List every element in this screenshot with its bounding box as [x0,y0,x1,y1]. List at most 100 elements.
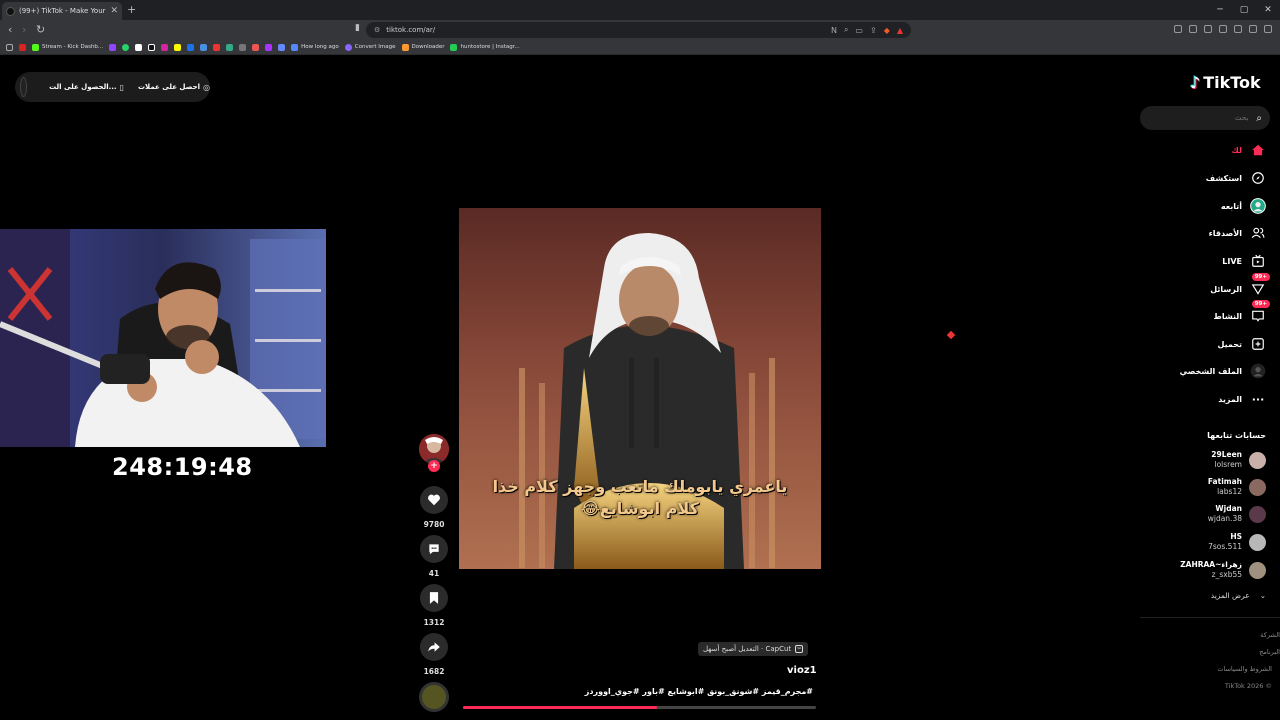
wallet-icon[interactable] [1234,25,1242,33]
browser-tab[interactable]: (99+) TikTok - Make Your Day ✕ [2,2,122,20]
save-count: 1312 [423,618,445,627]
sidebar-item-activity[interactable]: النشاط 99+ [1214,300,1270,325]
footer-link-company[interactable]: الشركة [1260,631,1280,639]
activity-icon: 99+ [1250,300,1270,324]
caption-line: كلام ابوشايع😂 [581,499,699,518]
caption-line: ياعمري يابوملك ماتعب وجهز كلام خذا [492,477,788,496]
new-tab-icon[interactable]: + [127,3,136,16]
bookmark-icon[interactable] [213,43,221,51]
whatsapp-icon[interactable] [122,43,130,51]
bookmark-page-icon[interactable]: ▮ [355,23,360,33]
video-author[interactable]: vioz1 [787,665,817,676]
sidebar-item-home[interactable]: لك [1232,141,1266,159]
followed-account[interactable]: HS 7sos.511 [1208,531,1266,553]
twitch-icon[interactable] [109,43,117,51]
bookmark-icon[interactable] [226,43,234,51]
bookmark-downloader[interactable]: Downloader [401,43,444,51]
site-info-icon[interactable]: ⚙ [374,26,380,34]
maximize-icon[interactable]: ▢ [1232,0,1256,20]
followed-account[interactable]: Wjdan wjdan.38 [1208,503,1266,525]
avatar[interactable] [20,77,28,97]
x-icon[interactable] [135,43,143,51]
bookmark-how-long-ago[interactable]: How long ago [291,43,339,51]
instagram-icon[interactable] [161,43,169,51]
share-button[interactable]: 1682 [420,633,448,676]
sidebar-item-upload[interactable]: تحميل [1217,335,1266,353]
save-button[interactable]: 1312 [420,584,448,627]
minimize-icon[interactable]: ─ [1208,0,1232,20]
sidebar-item-messages[interactable]: الرسائل 99+ [1210,273,1270,298]
footer-link-program[interactable]: البرنامج [1259,648,1280,656]
footer-copyright: TikTok 2026 © [1224,682,1272,690]
url-bar[interactable]: ⚙ tiktok.com/ar/ N ⌕ ▭ ⇪ ◆ ▲ [366,22,911,38]
brave-shield-icon[interactable]: ◆ [884,26,890,35]
see-more-button[interactable]: عرض المزيد ⌄ [1211,591,1266,600]
stream-timer: 248:19:48 [112,453,253,481]
search-icon[interactable]: ⌕ [1256,113,1262,124]
window-controls: ─ ▢ ✕ [1208,0,1280,20]
reload-icon[interactable]: ↻ [36,23,45,36]
get-app-button[interactable]: الحصول على الت... ▯ [49,83,124,92]
sidebar-icon[interactable] [1219,25,1227,33]
tiktok-logo[interactable]: ♪ TikTok [1190,73,1261,92]
compass-icon [1250,170,1266,186]
music-icon[interactable] [1204,25,1212,33]
bookmark-icon[interactable] [252,43,260,51]
close-tab-icon[interactable]: ✕ [110,6,118,16]
video-hashtags[interactable]: #مجرم_قيمز #شونق_بونق #ابوشايع #باور #جو… [585,687,813,696]
tiktok-icon[interactable] [148,43,156,51]
live-tv-icon [1250,253,1266,269]
like-button[interactable]: 9780 [420,486,448,529]
sidebar-item-live[interactable]: LIVE [1222,252,1266,270]
bookmark-icon[interactable] [200,43,208,51]
snapchat-icon[interactable] [174,43,182,51]
followed-account[interactable]: 29Leen lolsrem [1211,449,1266,471]
menu-icon[interactable] [1264,25,1272,33]
footer-link-terms[interactable]: الشروط والسياسات [1217,665,1272,673]
tiktok-note-icon: ♪ [1190,73,1201,92]
sound-disc[interactable] [419,682,449,712]
sidebar-item-explore[interactable]: استكشف [1206,169,1266,187]
bookmark-icon[interactable] [278,43,286,51]
back-icon[interactable]: ‹ [8,23,12,36]
profile-avatar-icon [1250,363,1266,379]
forward-icon[interactable]: › [22,23,26,36]
get-coins-button[interactable]: احصل على عملات ◎ [138,83,210,92]
extension-icon[interactable] [1174,25,1182,33]
like-count: 9780 [423,520,445,529]
video-player[interactable]: ياعمري يابوملك ماتعب وجهز كلام خذا كلام … [459,208,821,569]
rewards-icon[interactable]: ▲ [897,26,903,35]
phone-icon: ▯ [119,82,124,92]
apps-icon[interactable] [6,43,13,51]
clock-icon [291,43,299,51]
capcut-tag[interactable]: ✂ CapCut · التعديل أصبح أسهل [698,642,809,656]
bookmark-convert-image[interactable]: Convert Image [344,43,396,51]
sidebar-item-more[interactable]: المزيد ··· [1218,390,1266,408]
translate-icon[interactable]: N [831,26,837,35]
more-dots-icon: ··· [1251,392,1265,406]
bookmark-icon[interactable] [239,43,247,51]
bookmark-huntostore[interactable]: huntostore | Instagr... [450,43,520,51]
comment-button[interactable]: 41 [420,535,448,578]
avatar [1249,533,1266,551]
sidebar-item-friends[interactable]: الأصدقاء [1209,224,1266,242]
zoom-icon[interactable]: ⌕ [844,25,848,35]
sidebar-item-profile[interactable]: الملف الشخصي [1180,362,1266,380]
bookmark-icon[interactable] [187,43,195,51]
video-progress-bar[interactable] [463,706,816,709]
follow-plus-button[interactable]: + [428,460,440,472]
search-input[interactable] [1158,114,1249,122]
share-icon[interactable]: ⇪ [870,26,877,35]
extension-icon[interactable] [1189,25,1197,33]
sidebar-item-following[interactable]: أتابعه [1221,197,1266,215]
vpn-icon[interactable] [1249,25,1257,33]
close-window-icon[interactable]: ✕ [1256,0,1280,20]
followed-account[interactable]: Fatimah labs12 [1208,476,1266,498]
cast-icon[interactable]: ▭ [855,26,863,35]
bookmark-kick[interactable]: Stream - Kick Dashb... [32,43,103,51]
chevron-down-icon: ⌄ [1259,591,1266,600]
followed-account[interactable]: ZAHRAA~زهراء z_sxb55 [1180,559,1266,581]
bookmark-icon[interactable] [265,43,273,51]
youtube-icon[interactable] [19,43,26,51]
tiktok-favicon-icon [6,6,15,16]
